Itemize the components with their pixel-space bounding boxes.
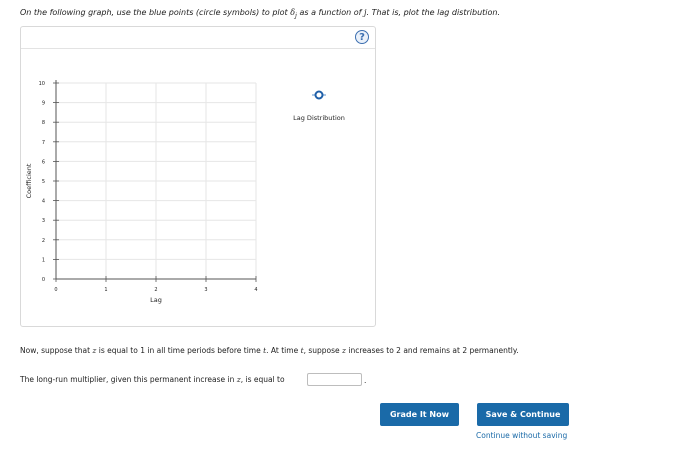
x-tick-label: 1 (104, 287, 107, 293)
p2-part2: , is equal to (240, 375, 285, 384)
y-tick-label: 6 (42, 159, 45, 165)
y-axis-title: Coefficient (25, 163, 33, 198)
tick-labels: 0 1 2 3 4 0 1 2 3 4 5 6 7 8 9 10 (39, 81, 258, 293)
y-tick-label: 8 (42, 120, 45, 126)
sentence-period: . (364, 376, 367, 385)
y-tick-label: 10 (39, 81, 45, 87)
y-tick-label: 1 (42, 257, 45, 263)
x-tick-label: 0 (54, 287, 57, 293)
p2-part1: The long-run multiplier, given this perm… (20, 375, 237, 384)
x-tick-label: 3 (204, 287, 207, 293)
instruction-part2: as a function of (296, 8, 364, 17)
save-and-continue-button[interactable]: Save & Continue (477, 403, 569, 426)
y-tick-label: 2 (42, 238, 45, 244)
x-tick-label: 4 (254, 287, 257, 293)
y-tick-label: 3 (42, 218, 45, 224)
legend-label: Lag Distribution (293, 114, 345, 122)
grade-it-now-button[interactable]: Grade It Now (380, 403, 459, 426)
grid (55, 82, 257, 280)
instruction-part3: . That is, plot the lag distribution. (366, 8, 501, 17)
y-tick-label: 5 (42, 179, 45, 185)
p1-part4: , suppose (303, 346, 343, 355)
p1-part5: increases to 2 and remains at 2 permanen… (345, 346, 519, 355)
y-tick-label: 9 (42, 101, 45, 107)
p1-part1: Now, suppose that (20, 346, 93, 355)
long-run-multiplier-input[interactable] (307, 373, 362, 386)
question-paragraph: The long-run multiplier, given this perm… (20, 375, 285, 384)
p1-part2: is equal to 1 in all time periods before… (96, 346, 264, 355)
x-tick-label: 2 (154, 287, 157, 293)
y-tick-label: 7 (42, 140, 45, 146)
legend: Lag Distribution (293, 90, 345, 122)
y-tick-label: 4 (42, 199, 45, 205)
legend-circle-tool[interactable] (314, 90, 324, 100)
p1-part3: . At time (266, 346, 301, 355)
y-tick-label: 0 (42, 277, 45, 283)
x-axis-title: Lag (150, 296, 162, 304)
scenario-paragraph: Now, suppose that z is equal to 1 in all… (20, 346, 519, 355)
instruction-text: On the following graph, use the blue poi… (20, 8, 500, 20)
lag-distribution-graph[interactable]: 0 1 2 3 4 0 1 2 3 4 5 6 7 8 9 10 Lag Coefficient Lag Di… (20, 26, 376, 327)
instruction-part1: On the following graph, use the blue poi… (20, 8, 291, 17)
continue-without-saving-link[interactable]: Continue without saving (476, 431, 567, 440)
